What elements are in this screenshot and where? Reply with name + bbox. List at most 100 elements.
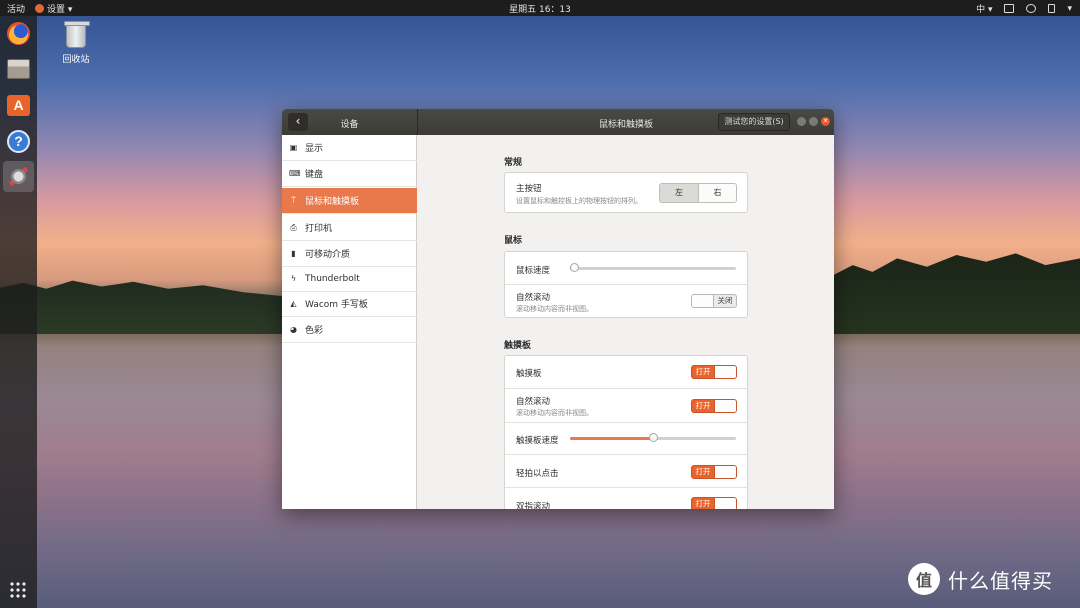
header-bar: ‹ 设备 鼠标和触摸板 测试您的设置(S) ✕ (282, 109, 834, 135)
close-button[interactable]: ✕ (821, 117, 830, 126)
sidebar-item-removable-media[interactable]: ▮ 可移动介质 (282, 241, 417, 267)
touchpad-natural-scroll-switch[interactable]: 打开 (691, 399, 737, 413)
desktop-trash[interactable]: 回收站 (56, 21, 96, 65)
sidebar-item-keyboard[interactable]: ⌨ 键盘 (282, 161, 417, 187)
switch-knob (714, 466, 736, 478)
sidebar-item-label: 可移动介质 (305, 250, 351, 260)
touchpad-natural-scroll-desc: 滚动移动内容而非视图。 (516, 409, 593, 417)
clock[interactable]: 星期五 16：13 (509, 2, 571, 15)
dock-firefox[interactable] (3, 18, 34, 49)
section-general-title: 常规 (504, 158, 523, 168)
battery-icon[interactable] (1048, 4, 1056, 13)
watermark: 值 什么值得买 (908, 563, 1053, 595)
mouse-speed-handle[interactable] (570, 263, 579, 272)
treeline-right (833, 253, 1080, 334)
sidebar-item-label: 打印机 (305, 224, 333, 234)
switch-knob (714, 400, 736, 412)
test-settings-button[interactable]: 测试您的设置(S) (718, 113, 790, 131)
dock-help[interactable]: ? (3, 126, 34, 157)
tap-to-click-switch[interactable]: 打开 (691, 465, 737, 479)
primary-button-right[interactable]: 右 (698, 184, 736, 202)
two-finger-scroll-switch[interactable]: 打开 (691, 497, 737, 509)
display-icon: ▣ (289, 143, 298, 152)
sidebar-item-label: 键盘 (305, 170, 324, 180)
primary-button-left[interactable]: 左 (660, 184, 698, 202)
general-group: 主按钮 设置鼠标和触控板上的物理按钮的排列。 左 右 (504, 172, 748, 213)
switch-state: 打开 (695, 499, 711, 508)
watermark-text: 什么值得买 (948, 568, 1053, 593)
primary-button-row: 主按钮 设置鼠标和触控板上的物理按钮的排列。 左 右 (505, 173, 747, 212)
color-icon: ◕ (290, 325, 297, 334)
two-finger-scroll-row: 双指滚动 打开 (505, 488, 747, 509)
thunderbolt-icon: ϟ (290, 274, 297, 283)
mouse-natural-scroll-row: 自然滚动 滚动移动内容而非视图。 关闭 (505, 285, 747, 318)
touchpad-switch[interactable]: 打开 (691, 365, 737, 379)
sidebar-title: 设备 (340, 120, 359, 130)
sidebar-item-label: Thunderbolt (305, 273, 360, 284)
mouse-natural-scroll-switch[interactable]: 关闭 (691, 294, 737, 308)
dock-settings[interactable] (3, 161, 34, 192)
touchpad-label: 触摸板 (516, 369, 542, 379)
sidebar-item-label: 色彩 (305, 326, 324, 336)
sidebar-item-wacom[interactable]: ◭ Wacom 手写板 (282, 291, 417, 317)
usb-icon: ▮ (291, 249, 296, 258)
primary-button-desc: 设置鼠标和触控板上的物理按钮的排列。 (516, 197, 642, 205)
tablet-icon: ◭ (290, 299, 297, 308)
sidebar-item-printers[interactable]: ⎙ 打印机 (282, 215, 417, 241)
trash-label: 回收站 (62, 55, 90, 65)
software-center-icon: A (7, 95, 30, 116)
sidebar-item-label: 鼠标和触摸板 (305, 197, 360, 207)
mouse-speed-row: 鼠标速度 (505, 252, 747, 285)
mouse-natural-scroll-label: 自然滚动 (516, 293, 551, 303)
dock-files[interactable] (3, 53, 34, 84)
firefox-icon (7, 22, 30, 45)
sidebar-item-label: Wacom 手写板 (305, 300, 368, 310)
switch-knob (714, 366, 736, 378)
switch-state: 打开 (695, 367, 711, 376)
section-touchpad-title: 触摸板 (504, 341, 532, 351)
input-method-indicator[interactable]: 中 ▾ (976, 2, 992, 15)
mouse-natural-scroll-desc: 滚动移动内容而非视图。 (516, 305, 593, 313)
sidebar-item-color[interactable]: ◕ 色彩 (282, 317, 417, 343)
touchpad-speed-label: 触摸板速度 (516, 436, 559, 446)
maximize-button[interactable] (809, 117, 818, 126)
help-icon: ? (7, 130, 30, 153)
system-menu-chevron-icon[interactable]: ▾ (1067, 4, 1072, 14)
touchpad-speed-fill (570, 437, 653, 440)
touchpad-speed-handle[interactable] (649, 433, 658, 442)
dock-software[interactable]: A (3, 90, 34, 121)
switch-state: 打开 (695, 401, 711, 410)
network-icon[interactable] (1004, 4, 1015, 13)
printer-icon: ⎙ (290, 223, 297, 232)
dock: A ? (0, 16, 37, 608)
switch-knob (714, 498, 736, 509)
show-applications-icon[interactable] (9, 581, 27, 599)
touchpad-natural-scroll-label: 自然滚动 (516, 397, 551, 407)
settings-content: 常规 主按钮 设置鼠标和触控板上的物理按钮的排列。 左 右 鼠标 鼠标速度 自然… (418, 135, 834, 509)
touchpad-group: 触摸板 打开 自然滚动 滚动移动内容而非视图。 打开 触摸板速度 轻拍以点击 打… (504, 355, 748, 509)
mouse-icon: ⍑ (291, 196, 296, 205)
tap-to-click-row: 轻拍以点击 打开 (505, 455, 747, 488)
two-finger-scroll-label: 双指滚动 (516, 502, 551, 509)
primary-button-label: 主按钮 (516, 184, 542, 194)
trash-icon (64, 21, 90, 48)
sidebar-item-display[interactable]: ▣ 显示 (282, 135, 417, 161)
primary-button-selector: 左 右 (659, 183, 737, 203)
settings-icon (7, 165, 30, 188)
sidebar-item-mouse-touchpad[interactable]: ⍑ 鼠标和触摸板 (282, 188, 417, 214)
minimize-button[interactable] (797, 117, 806, 126)
sidebar-item-label: 显示 (305, 144, 324, 154)
volume-icon[interactable] (1026, 4, 1037, 13)
sidebar-item-thunderbolt[interactable]: ϟ Thunderbolt (282, 266, 417, 292)
mouse-speed-label: 鼠标速度 (516, 266, 551, 276)
touchpad-speed-slider[interactable] (570, 433, 736, 442)
mouse-group: 鼠标速度 自然滚动 滚动移动内容而非视图。 关闭 (504, 251, 748, 318)
mouse-speed-slider[interactable] (570, 263, 736, 272)
files-icon (7, 59, 30, 79)
system-tray: 中 ▾ ▾ (976, 2, 1072, 16)
switch-state: 打开 (695, 467, 711, 476)
touchpad-speed-row: 触摸板速度 (505, 423, 747, 455)
tap-to-click-label: 轻拍以点击 (516, 469, 559, 479)
top-panel: 活动 设置 ▾ 星期五 16：13 中 ▾ ▾ (0, 0, 1080, 16)
section-mouse-title: 鼠标 (504, 236, 523, 246)
